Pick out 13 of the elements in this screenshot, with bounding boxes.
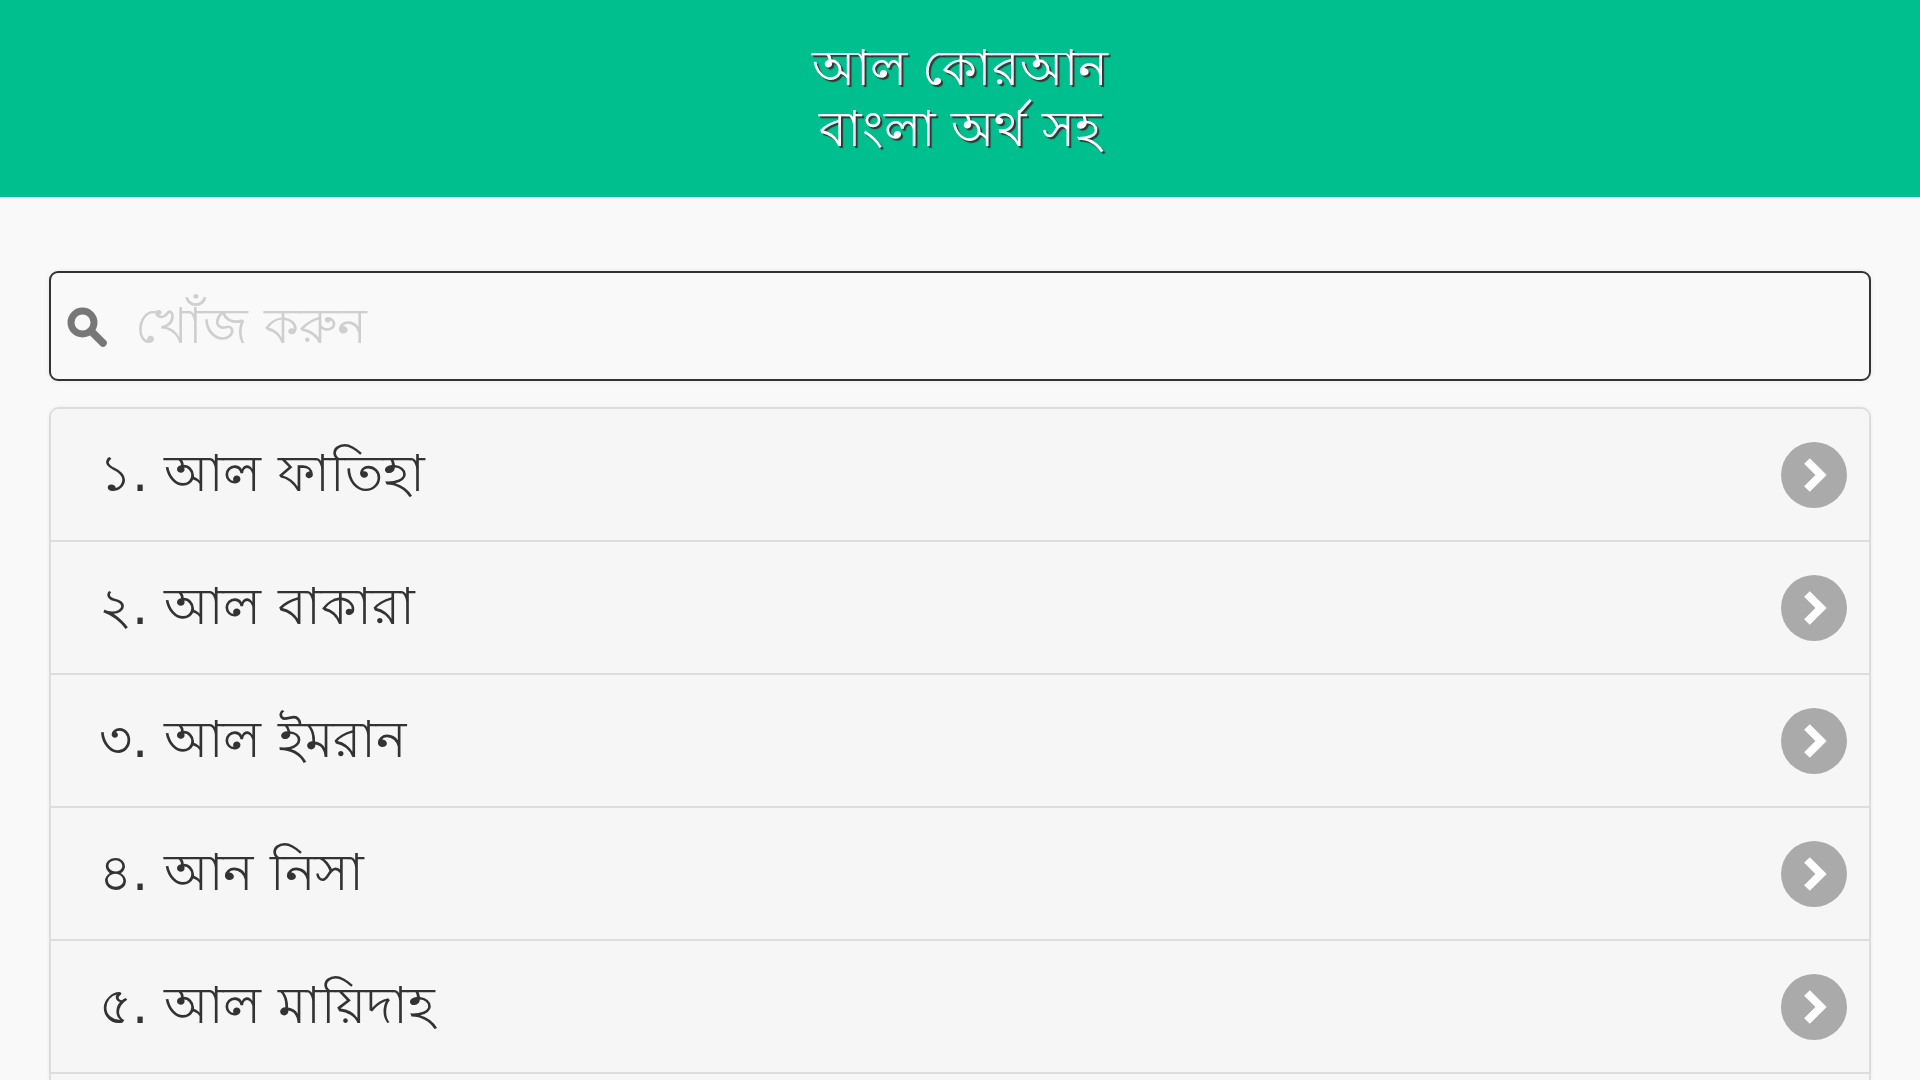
surah-list-item[interactable]: ৪. আন নিসা [51, 808, 1869, 941]
surah-list-item[interactable]: ৩. আল ইমরান [51, 675, 1869, 808]
chevron-right-icon [1781, 574, 1847, 641]
surah-list-item[interactable]: ২. আল বাকারা [51, 542, 1869, 675]
chevron-right-icon [1781, 840, 1847, 907]
chevron-right-icon [1781, 707, 1847, 774]
surah-list-item[interactable]: ৫. আল মায়িদাহ [51, 941, 1869, 1074]
app-subtitle: বাংলা অর্থ সহ [818, 98, 1102, 160]
app-title: আল কোরআন [811, 37, 1109, 99]
surah-list-item[interactable]: ১. আল ফাতিহা [51, 409, 1869, 542]
search-icon [67, 307, 107, 347]
chevron-right-icon [1781, 441, 1847, 508]
chevron-right-icon [1781, 973, 1847, 1040]
